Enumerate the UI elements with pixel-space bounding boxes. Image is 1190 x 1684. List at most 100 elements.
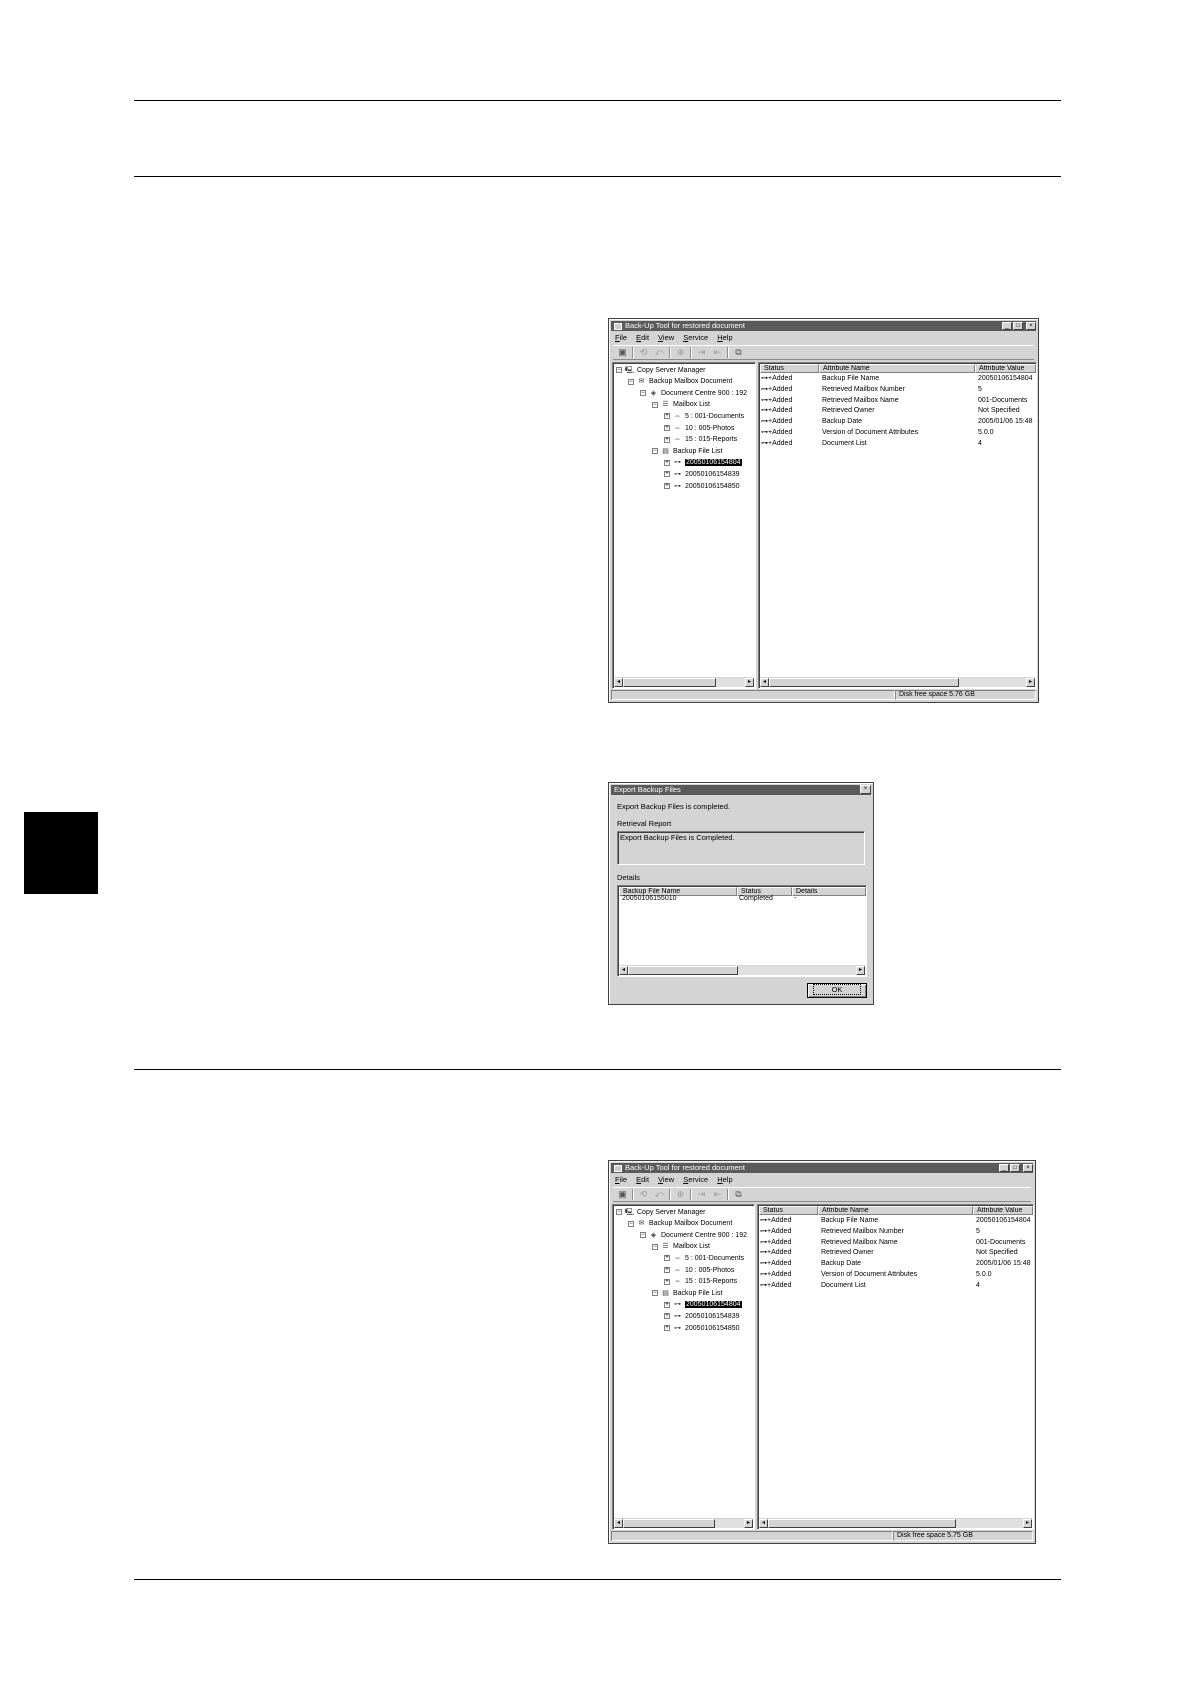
copy-doc-icon[interactable]: ⧉ bbox=[732, 347, 745, 358]
attribute-name-cell[interactable]: Retrieved Mailbox Name bbox=[822, 396, 899, 406]
attribute-name-cell[interactable]: Backup Date bbox=[821, 1259, 861, 1269]
collapse-icon[interactable]: − bbox=[652, 401, 658, 408]
menu-service[interactable]: Service bbox=[683, 1176, 708, 1184]
tree-node[interactable]: + ⇔ 15 : 015-Reports bbox=[664, 435, 737, 445]
status-cell[interactable]: ⊶+Added bbox=[760, 1216, 791, 1226]
tree-node[interactable]: + ⊶ 20050106154839 bbox=[664, 1311, 740, 1321]
attribute-name-cell[interactable]: Version of Document Attributes bbox=[821, 1270, 917, 1280]
list-horizontal-scrollbar[interactable]: ◂ ▸ bbox=[759, 1518, 1032, 1528]
tree-node[interactable]: − 🖳 Copy Server Manager bbox=[616, 1207, 705, 1217]
expand-icon[interactable]: + bbox=[664, 471, 670, 478]
collapse-icon[interactable]: − bbox=[652, 1290, 658, 1297]
scroll-left-arrow-icon[interactable]: ◂ bbox=[760, 678, 769, 687]
attribute-value-cell[interactable]: 5.0.0 bbox=[978, 428, 994, 438]
ok-button[interactable]: OK bbox=[807, 983, 867, 998]
minimize-icon[interactable]: _ bbox=[999, 1164, 1009, 1172]
col-header-details[interactable]: Details bbox=[792, 887, 866, 896]
status-cell[interactable]: ⊶+Added bbox=[761, 406, 792, 416]
expand-icon[interactable]: + bbox=[664, 413, 670, 420]
status-cell[interactable]: ⊶+Added bbox=[760, 1248, 791, 1258]
scroll-thumb[interactable] bbox=[623, 678, 716, 687]
attribute-value-cell[interactable]: 20050106154804 bbox=[978, 374, 1033, 384]
scroll-right-arrow-icon[interactable]: ▸ bbox=[1026, 678, 1035, 687]
attribute-name-cell[interactable]: Backup Date bbox=[822, 417, 862, 427]
scroll-left-arrow-icon[interactable]: ◂ bbox=[614, 1519, 623, 1528]
menu-help[interactable]: Help bbox=[717, 1176, 732, 1184]
status-cell[interactable]: ⊶+Added bbox=[761, 428, 792, 438]
search-icon[interactable]: ⊕ bbox=[674, 1189, 687, 1200]
attribute-name-cell[interactable]: Document List bbox=[822, 439, 867, 449]
tree-node[interactable]: + ⊶ 20050106154804 bbox=[664, 458, 742, 468]
expand-icon[interactable]: + bbox=[664, 1267, 670, 1273]
tree-node[interactable]: − ✉ Backup Mailbox Document bbox=[628, 1219, 732, 1229]
attribute-value-cell[interactable]: Not Specified bbox=[978, 406, 1020, 416]
status-cell[interactable]: ⊶+Added bbox=[760, 1259, 791, 1269]
details-cell-file[interactable]: 20050106155010 bbox=[622, 894, 677, 904]
scroll-left-arrow-icon[interactable]: ◂ bbox=[614, 678, 623, 687]
list-horizontal-scrollbar[interactable]: ◂ ▸ bbox=[760, 677, 1035, 687]
scroll-right-arrow-icon[interactable]: ▸ bbox=[745, 678, 754, 687]
menu-file[interactable]: File bbox=[615, 1176, 627, 1184]
attribute-value-cell[interactable]: 4 bbox=[976, 1281, 980, 1291]
tree-node[interactable]: + ⊶ 20050106154804 bbox=[664, 1300, 742, 1310]
scroll-right-arrow-icon[interactable]: ▸ bbox=[856, 966, 865, 975]
attribute-value-cell[interactable]: 5 bbox=[976, 1227, 980, 1237]
collapse-icon[interactable]: − bbox=[616, 1209, 622, 1215]
expand-icon[interactable]: + bbox=[664, 1301, 670, 1308]
collapse-icon[interactable]: − bbox=[628, 378, 634, 385]
search-icon[interactable]: ⊕ bbox=[674, 347, 687, 358]
attribute-name-cell[interactable]: Version of Document Attributes bbox=[822, 428, 918, 438]
export-icon[interactable]: ▣ bbox=[616, 1189, 629, 1200]
tree-node[interactable]: + ⇔ 15 : 015-Reports bbox=[664, 1277, 737, 1287]
status-cell[interactable]: ⊶+Added bbox=[761, 374, 792, 384]
col-header-attribute-name[interactable]: Attribute Name bbox=[819, 364, 975, 373]
scroll-left-arrow-icon[interactable]: ◂ bbox=[759, 1519, 768, 1528]
menu-file[interactable]: File bbox=[615, 334, 627, 342]
collapse-icon[interactable]: − bbox=[640, 390, 646, 397]
collapse-icon[interactable]: − bbox=[652, 1243, 658, 1250]
import-icon[interactable]: ⟲ bbox=[637, 1189, 650, 1200]
tree-node[interactable]: + ⊶ 20050106154850 bbox=[664, 481, 740, 491]
tree-node[interactable]: + ⊶ 20050106154850 bbox=[664, 1323, 740, 1333]
tree-node[interactable]: + ⇔ 5 : 001-Documents bbox=[664, 1253, 744, 1263]
menu-help[interactable]: Help bbox=[717, 334, 732, 342]
attribute-name-cell[interactable]: Backup File Name bbox=[821, 1216, 878, 1226]
menu-view[interactable]: View bbox=[658, 1176, 674, 1184]
expand-icon[interactable]: + bbox=[664, 1255, 670, 1262]
expand-icon[interactable]: + bbox=[664, 425, 670, 431]
status-cell[interactable]: ⊶+Added bbox=[761, 396, 792, 406]
close-icon[interactable]: × bbox=[860, 785, 871, 794]
status-cell[interactable]: ⊶+Added bbox=[760, 1270, 791, 1280]
status-cell[interactable]: ⊶+Added bbox=[761, 385, 792, 395]
attribute-name-cell[interactable]: Document List bbox=[821, 1281, 866, 1291]
attribute-value-cell[interactable]: 2005/01/06 15:48 bbox=[976, 1259, 1031, 1269]
attribute-value-cell[interactable]: 5 bbox=[978, 385, 982, 395]
tree-node[interactable]: + ⇔ 10 : 005-Photos bbox=[664, 1265, 734, 1275]
close-icon[interactable]: × bbox=[1023, 1164, 1033, 1172]
col-header-status[interactable]: Status bbox=[760, 364, 819, 373]
scroll-thumb[interactable] bbox=[769, 678, 959, 687]
details-horizontal-scrollbar[interactable]: ◂ ▸ bbox=[619, 965, 865, 975]
attribute-value-cell[interactable]: 20050106154804 bbox=[976, 1216, 1031, 1226]
details-cell-details[interactable]: - bbox=[794, 894, 796, 904]
collapse-icon[interactable]: − bbox=[628, 1220, 634, 1227]
attribute-value-cell[interactable]: 2005/01/06 15:48 bbox=[978, 417, 1033, 427]
tree-node[interactable]: + ⊶ 20050106154839 bbox=[664, 469, 740, 479]
menu-service[interactable]: Service bbox=[683, 334, 708, 342]
tree-node[interactable]: − ☰ Mailbox List bbox=[652, 1242, 710, 1252]
attribute-name-cell[interactable]: Retrieved Owner bbox=[821, 1248, 874, 1258]
tree-node[interactable]: + ⇔ 5 : 001-Documents bbox=[664, 411, 744, 421]
tree-node[interactable]: − ✉ Backup Mailbox Document bbox=[628, 377, 732, 387]
attribute-name-cell[interactable]: Retrieved Mailbox Number bbox=[821, 1227, 904, 1237]
tree-node[interactable]: − ☰ Mailbox List bbox=[652, 400, 710, 410]
tree-node[interactable]: + ⇔ 10 : 005-Photos bbox=[664, 423, 734, 433]
status-cell[interactable]: ⊶+Added bbox=[761, 439, 792, 449]
attribute-name-cell[interactable]: Retrieved Mailbox Number bbox=[822, 385, 905, 395]
attribute-value-cell[interactable]: 4 bbox=[978, 439, 982, 449]
tree-node[interactable]: − ◈ Document Centre 900 : 192 bbox=[640, 388, 747, 398]
copy-icon[interactable]: ⇤ bbox=[711, 347, 724, 358]
scroll-right-arrow-icon[interactable]: ▸ bbox=[744, 1519, 753, 1528]
collapse-icon[interactable]: − bbox=[616, 367, 622, 373]
copy-icon[interactable]: ⇤ bbox=[711, 1189, 724, 1200]
status-cell[interactable]: ⊶+Added bbox=[761, 417, 792, 427]
